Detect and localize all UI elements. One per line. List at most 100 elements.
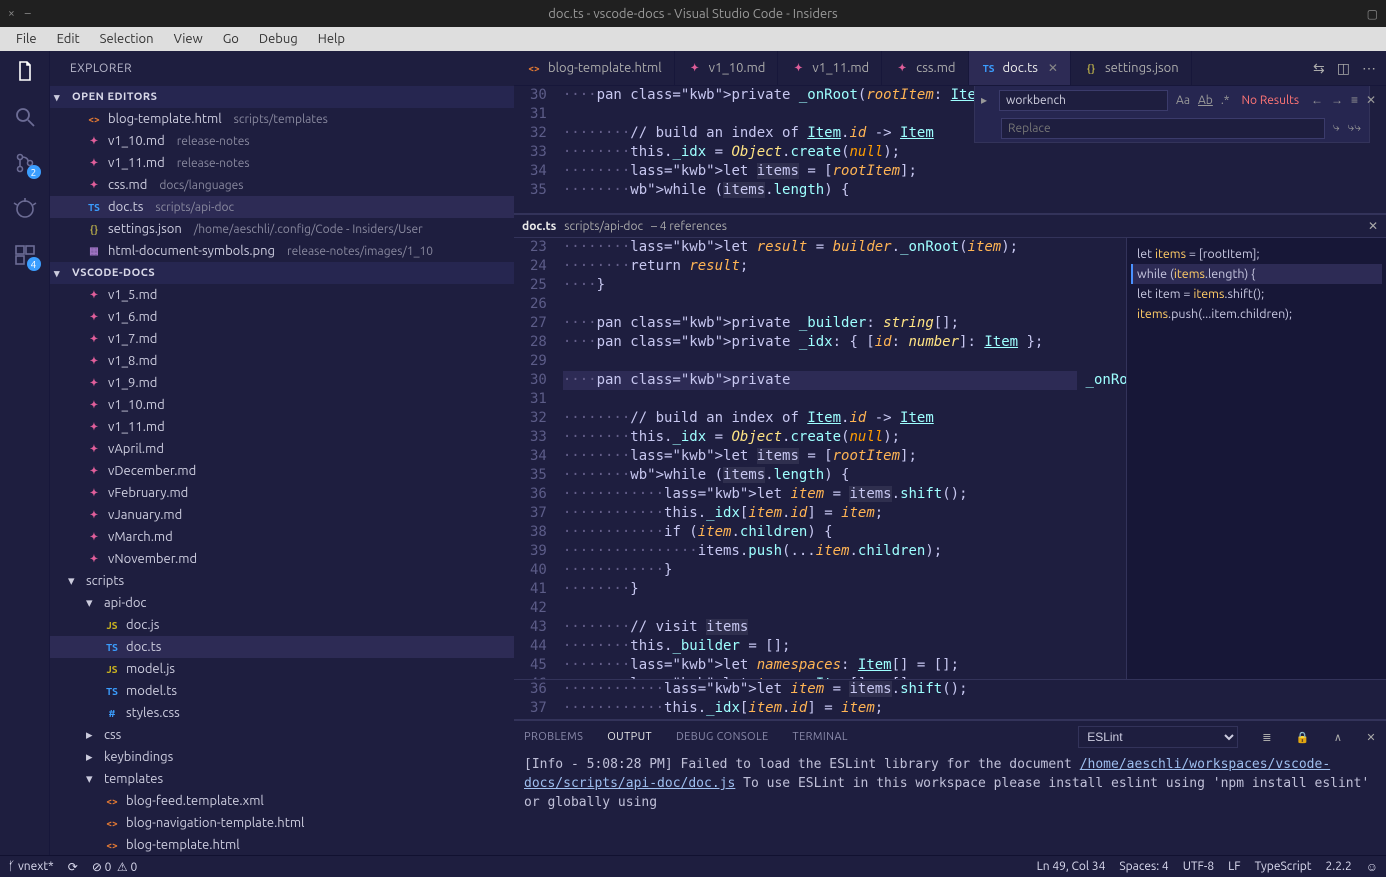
file-item[interactable]: JSmodel.js xyxy=(50,658,514,680)
file-item[interactable]: <>blog-feed.template.xml xyxy=(50,790,514,812)
editor-tab[interactable]: TSdoc.ts✕ xyxy=(969,51,1071,85)
open-editor-item[interactable]: ✦v1_11.mdrelease-notes xyxy=(50,152,514,174)
clear-output-icon[interactable]: ≣ xyxy=(1262,731,1272,744)
file-item[interactable]: ✦v1_9.md xyxy=(50,372,514,394)
menu-help[interactable]: Help xyxy=(308,29,355,49)
folder-item[interactable]: ▾scripts xyxy=(50,570,514,592)
file-item[interactable]: ✦vFebruary.md xyxy=(50,482,514,504)
file-item[interactable]: <>blog-template.html xyxy=(50,834,514,855)
reference-item[interactable]: items.push(...item.children); xyxy=(1131,304,1382,324)
lock-output-icon[interactable]: 🔒 xyxy=(1296,731,1310,744)
folder-item[interactable]: ▾api-doc xyxy=(50,592,514,614)
replace-all-icon[interactable]: ⤷⤷ xyxy=(1344,121,1369,135)
close-panel-icon[interactable]: ✕ xyxy=(1366,731,1376,744)
close-find-icon[interactable]: ✕ xyxy=(1362,93,1384,107)
panel-tab-problems[interactable]: PROBLEMS xyxy=(524,731,583,743)
status-encoding[interactable]: UTF-8 xyxy=(1183,860,1214,873)
menu-go[interactable]: Go xyxy=(213,29,249,49)
maximize-panel-icon[interactable]: ∧ xyxy=(1334,731,1342,744)
regex-icon[interactable]: .* xyxy=(1217,94,1234,107)
file-item[interactable]: ✦v1_8.md xyxy=(50,350,514,372)
file-item[interactable]: ✦vDecember.md xyxy=(50,460,514,482)
status-feedback-icon[interactable]: ☺ xyxy=(1366,860,1378,874)
workbench: 2 4 EXPLORER ▾OPEN EDITORS<>blog-templat… xyxy=(0,51,1386,855)
activity-debug[interactable] xyxy=(13,197,37,221)
editor-tab[interactable]: ✦css.md xyxy=(882,51,968,85)
menu-view[interactable]: View xyxy=(164,29,213,49)
file-item[interactable]: ✦v1_11.md xyxy=(50,416,514,438)
menu-selection[interactable]: Selection xyxy=(90,29,164,49)
file-item[interactable]: #styles.css xyxy=(50,702,514,724)
section-open-editors[interactable]: ▾OPEN EDITORS xyxy=(50,86,514,108)
match-case-icon[interactable]: Aa xyxy=(1172,94,1194,107)
output-channel-select[interactable]: ESLint xyxy=(1078,726,1238,748)
open-editor-item[interactable]: <>blog-template.htmlscripts/templates xyxy=(50,108,514,130)
panel-tab-output[interactable]: OUTPUT xyxy=(607,731,652,743)
section-workspace[interactable]: ▾VSCODE-DOCS xyxy=(50,262,514,284)
file-item[interactable]: ✦v1_10.md xyxy=(50,394,514,416)
close-tab-icon[interactable]: ✕ xyxy=(1048,61,1058,75)
menu-file[interactable]: File xyxy=(6,29,47,49)
menu-edit[interactable]: Edit xyxy=(47,29,90,49)
folder-item[interactable]: ▾templates xyxy=(50,768,514,790)
editor-tab[interactable]: ✦v1_11.md xyxy=(778,51,882,85)
references-editor[interactable]: 23 24 25 26 27 28 29 30 31 32 33 34 35 3… xyxy=(514,238,1126,679)
find-in-selection-icon[interactable]: ≡ xyxy=(1347,93,1362,107)
open-editor-item[interactable]: ✦css.mddocs/languages xyxy=(50,174,514,196)
editor-tab[interactable]: {}settings.json xyxy=(1071,51,1192,85)
open-editor-item[interactable]: TSdoc.tsscripts/api-doc xyxy=(50,196,514,218)
file-item[interactable]: TSdoc.ts xyxy=(50,636,514,658)
status-branch[interactable]: ᚶ vnext* xyxy=(8,860,54,873)
open-editor-item[interactable]: {}settings.json/home/aeschli/.config/Cod… xyxy=(50,218,514,240)
find-toggle-icon[interactable]: ▸ xyxy=(975,93,991,107)
next-match-icon[interactable]: → xyxy=(1327,93,1347,107)
activity-explorer[interactable] xyxy=(13,59,37,83)
file-item[interactable]: JSdoc.js xyxy=(50,614,514,636)
status-eol[interactable]: LF xyxy=(1228,860,1240,873)
file-item[interactable]: <>blog-navigation-template.html xyxy=(50,812,514,834)
activity-search[interactable] xyxy=(13,105,37,129)
folder-item[interactable]: ▸keybindings xyxy=(50,746,514,768)
status-problems[interactable]: ⊘ 0 ⚠ 0 xyxy=(92,860,137,874)
open-editor-item[interactable]: ▦html-document-symbols.pngrelease-notes/… xyxy=(50,240,514,262)
file-item[interactable]: ✦vNovember.md xyxy=(50,548,514,570)
status-spaces[interactable]: Spaces: 4 xyxy=(1119,860,1168,873)
replace-input[interactable] xyxy=(1001,118,1325,139)
activity-extensions[interactable]: 4 xyxy=(13,243,37,267)
folder-item[interactable]: ▸css xyxy=(50,724,514,746)
split-icon[interactable]: ◫ xyxy=(1337,60,1350,77)
output-area[interactable]: [Info - 5:08:28 PM] Failed to load the E… xyxy=(514,753,1386,855)
status-lang[interactable]: TypeScript xyxy=(1255,860,1312,873)
panel-tab-terminal[interactable]: TERMINAL xyxy=(793,731,848,743)
status-ext[interactable]: 2.2.2 xyxy=(1326,860,1352,873)
close-refs-icon[interactable]: ✕ xyxy=(1368,219,1378,233)
file-item[interactable]: ✦vJanuary.md xyxy=(50,504,514,526)
file-item[interactable]: ✦vApril.md xyxy=(50,438,514,460)
file-item[interactable]: ✦v1_7.md xyxy=(50,328,514,350)
replace-one-icon[interactable]: ⤷ xyxy=(1329,121,1344,135)
find-input[interactable] xyxy=(999,90,1168,111)
panel-tab-debugconsole[interactable]: DEBUG CONSOLE xyxy=(676,731,769,743)
file-item[interactable]: ✦v1_6.md xyxy=(50,306,514,328)
file-item[interactable]: ✦v1_5.md xyxy=(50,284,514,306)
activity-scm[interactable]: 2 xyxy=(13,151,37,175)
min-icon[interactable]: – xyxy=(25,7,31,20)
more-icon[interactable]: ⋯ xyxy=(1362,60,1376,77)
editor-tab[interactable]: ✦v1_10.md xyxy=(675,51,779,85)
editor-tab[interactable]: <>blog-template.html xyxy=(514,51,675,85)
reference-item[interactable]: let items = [rootItem]; xyxy=(1131,244,1382,264)
reference-item[interactable]: while (items.length) { xyxy=(1131,264,1382,284)
diff-icon[interactable]: ⇆ xyxy=(1313,60,1325,77)
reference-item[interactable]: let item = items.shift(); xyxy=(1131,284,1382,304)
file-item[interactable]: TSmodel.ts xyxy=(50,680,514,702)
prev-match-icon[interactable]: ← xyxy=(1307,93,1327,107)
editor-main-bottom[interactable]: 36 37 ············lass="kwb">let item = … xyxy=(514,680,1386,720)
menu-debug[interactable]: Debug xyxy=(249,29,308,49)
open-editor-item[interactable]: ✦v1_10.mdrelease-notes xyxy=(50,130,514,152)
whole-word-icon[interactable]: Ab xyxy=(1194,94,1217,107)
close-icon[interactable]: × xyxy=(8,7,15,20)
file-item[interactable]: ✦vMarch.md xyxy=(50,526,514,548)
status-lncol[interactable]: Ln 49, Col 34 xyxy=(1037,860,1106,873)
max-icon[interactable]: ▢ xyxy=(1367,7,1378,21)
status-sync-icon[interactable]: ⟳ xyxy=(68,860,78,874)
